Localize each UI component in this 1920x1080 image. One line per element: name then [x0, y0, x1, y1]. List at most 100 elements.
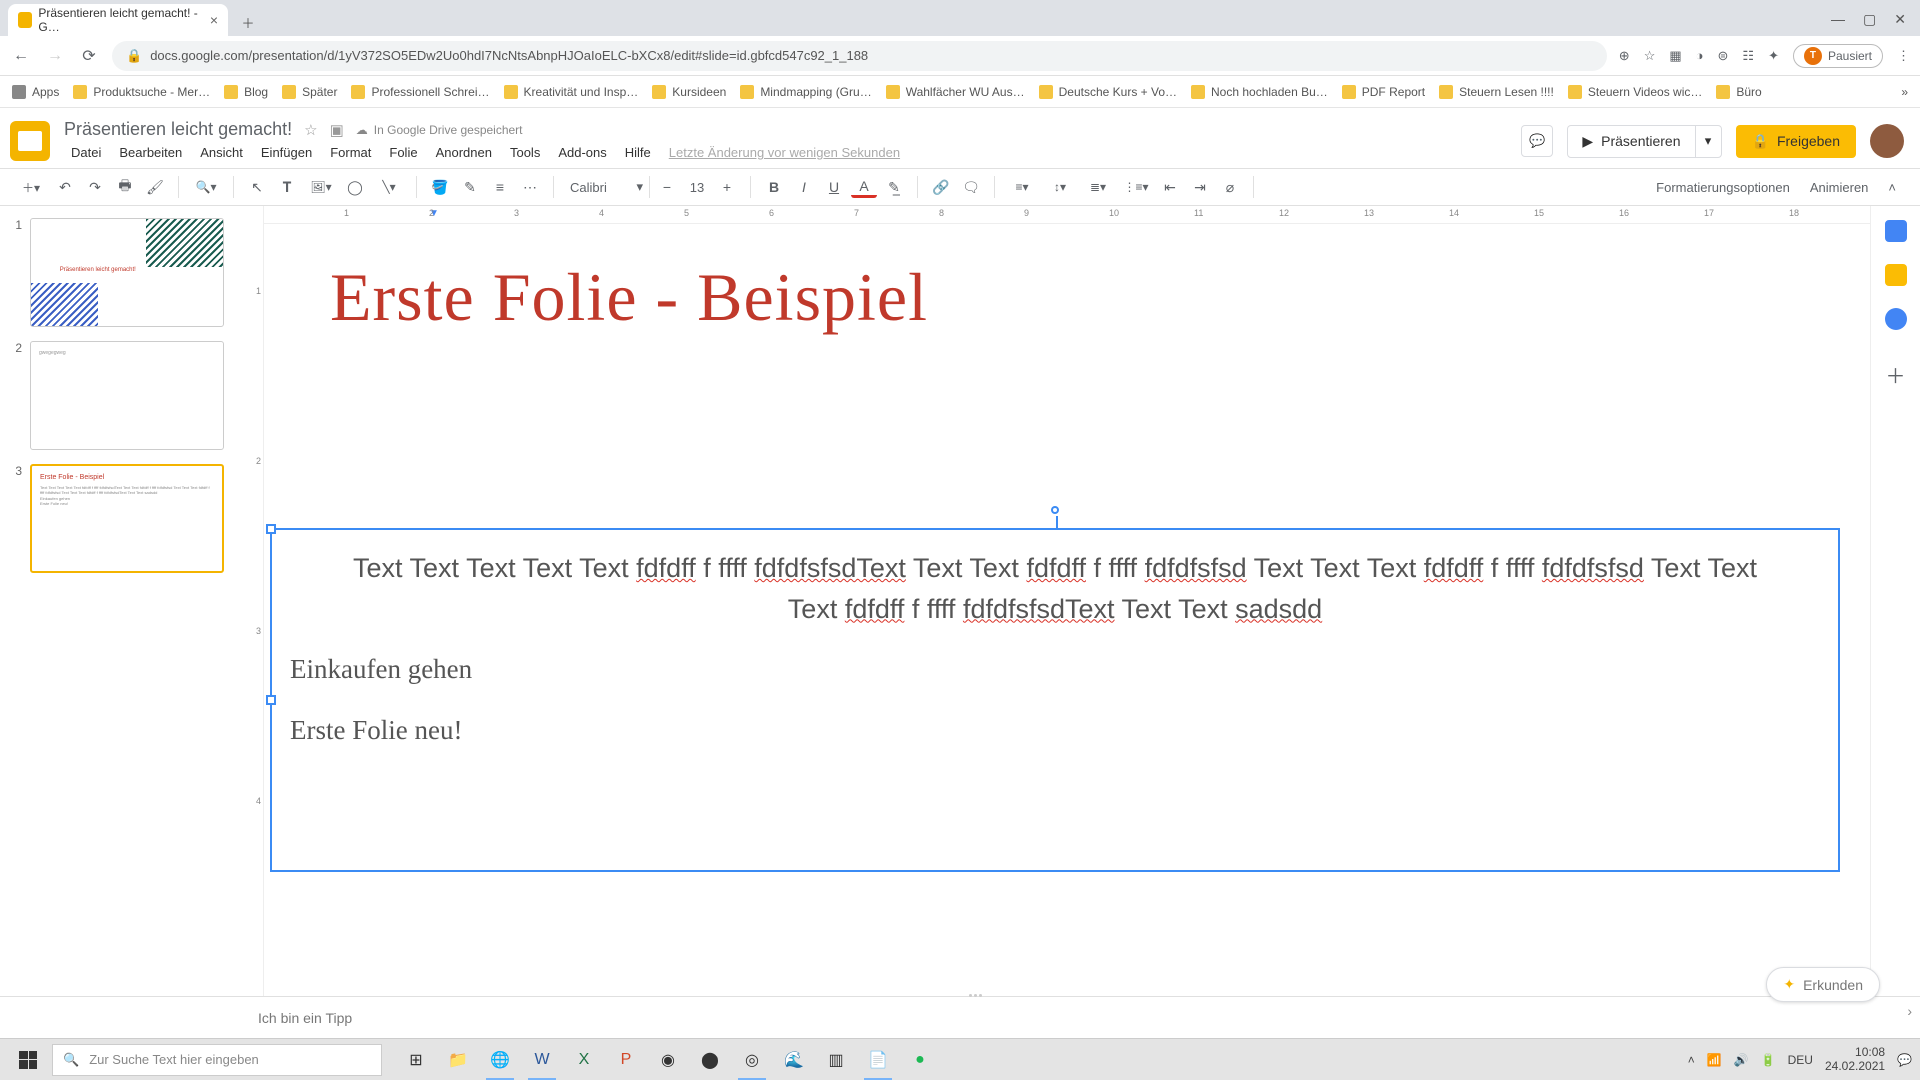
chrome-icon[interactable]: ◎	[732, 1040, 772, 1080]
bookmark-item[interactable]: Mindmapping (Gru…	[740, 85, 871, 99]
bulleted-list-button[interactable]: ⋮≡▾	[1119, 174, 1153, 200]
underline-button[interactable]: U	[821, 174, 847, 200]
maximize-icon[interactable]: ▢	[1863, 11, 1876, 28]
minimize-icon[interactable]: —	[1831, 11, 1845, 28]
menu-bearbeiten[interactable]: Bearbeiten	[112, 142, 189, 163]
add-comment-button[interactable]: 🗨	[958, 174, 984, 200]
body-paragraph-2[interactable]: Einkaufen gehen	[290, 649, 1820, 690]
zoom-icon[interactable]: ⊕	[1619, 48, 1630, 64]
calendar-addon-icon[interactable]	[1885, 220, 1907, 242]
resize-handle-ml[interactable]	[266, 695, 276, 705]
bookmark-star-icon[interactable]: ☆	[1644, 48, 1656, 64]
collapse-toolbar-icon[interactable]: ˄	[1888, 180, 1896, 195]
language-indicator[interactable]: DEU	[1788, 1053, 1813, 1067]
line-spacing-button[interactable]: ↕▾	[1043, 174, 1077, 200]
line-tool[interactable]: ╲▾	[372, 174, 406, 200]
bookmark-item[interactable]: Deutsche Kurs + Vo…	[1039, 85, 1177, 99]
font-size-decrease[interactable]: −	[654, 174, 680, 200]
bookmark-item[interactable]: Später	[282, 85, 337, 99]
volume-icon[interactable]: 🔊	[1734, 1053, 1749, 1067]
slide-thumb-1[interactable]: 1 Präsentieren leicht gemacht!	[8, 218, 224, 327]
animate-button[interactable]: Animieren	[1810, 180, 1869, 195]
powerpoint-icon[interactable]: P	[606, 1040, 646, 1080]
bookmark-item[interactable]: Kreativität und Insp…	[504, 85, 639, 99]
image-tool[interactable]: 🖼▾	[304, 174, 338, 200]
shape-tool[interactable]: ◯	[342, 174, 368, 200]
word-icon[interactable]: W	[522, 1040, 562, 1080]
extensions-icon[interactable]: ✦	[1768, 48, 1779, 64]
excel-icon[interactable]: X	[564, 1040, 604, 1080]
italic-button[interactable]: I	[791, 174, 817, 200]
font-family-select[interactable]: Calibri▾	[564, 176, 650, 198]
format-options-button[interactable]: Formatierungsoptionen	[1656, 180, 1790, 195]
last-change-link[interactable]: Letzte Änderung vor wenigen Sekunden	[662, 142, 907, 163]
font-size-increase[interactable]: +	[714, 174, 740, 200]
move-icon[interactable]: ▣	[330, 121, 344, 139]
zoom-button[interactable]: 🔍▾	[189, 174, 223, 200]
bookmark-item[interactable]: PDF Report	[1342, 85, 1425, 99]
slide-viewport[interactable]: Erste Folie - Beispiel Text Text Text Te…	[264, 206, 1870, 996]
close-window-icon[interactable]: ✕	[1894, 11, 1906, 28]
ext2-icon[interactable]: ⊜	[1718, 48, 1729, 64]
body-paragraph-3[interactable]: Erste Folie neu!	[290, 710, 1820, 751]
bookmark-item[interactable]: Steuern Lesen !!!!	[1439, 85, 1554, 99]
document-title[interactable]: Präsentieren leicht gemacht!	[64, 119, 292, 140]
keep-addon-icon[interactable]	[1885, 264, 1907, 286]
obs-icon[interactable]: ⬤	[690, 1040, 730, 1080]
sidepanel-toggle-icon[interactable]: ›	[1907, 1003, 1912, 1019]
present-dropdown[interactable]: ▾	[1695, 126, 1721, 157]
qr-icon[interactable]: ▦	[1669, 48, 1681, 64]
share-button[interactable]: 🔒Freigeben	[1736, 125, 1856, 158]
font-size-value[interactable]: 13	[682, 180, 712, 195]
link-button[interactable]: 🔗	[928, 174, 954, 200]
notes-text[interactable]: Ich bin ein Tipp	[258, 1010, 352, 1026]
slide-canvas[interactable]: Erste Folie - Beispiel Text Text Text Te…	[270, 228, 1830, 908]
menu-hilfe[interactable]: Hilfe	[618, 142, 658, 163]
explorer-icon[interactable]: 📁	[438, 1040, 478, 1080]
menu-datei[interactable]: Datei	[64, 142, 108, 163]
url-input[interactable]: 🔒 docs.google.com/presentation/d/1yV372S…	[112, 41, 1607, 71]
resize-handle-tl[interactable]	[266, 524, 276, 534]
menu-anordnen[interactable]: Anordnen	[429, 142, 499, 163]
edge-icon[interactable]: 🌐	[480, 1040, 520, 1080]
menu-folie[interactable]: Folie	[382, 142, 424, 163]
tray-chevron-icon[interactable]: ˄	[1688, 1053, 1695, 1067]
indent-decrease-button[interactable]: ⇤	[1157, 174, 1183, 200]
bookmark-apps[interactable]: Apps	[12, 85, 59, 99]
app2-icon[interactable]: ▥	[816, 1040, 856, 1080]
bookmark-item[interactable]: Steuern Videos wic…	[1568, 85, 1703, 99]
clock[interactable]: 10:0824.02.2021	[1825, 1046, 1885, 1072]
fill-color-button[interactable]: 🪣	[427, 174, 453, 200]
profile-paused-chip[interactable]: T Pausiert	[1793, 44, 1883, 68]
bookmark-item[interactable]: Blog	[224, 85, 268, 99]
bookmark-item[interactable]: Noch hochladen Bu…	[1191, 85, 1328, 99]
reader-icon[interactable]: ☷	[1742, 48, 1754, 64]
menu-tools[interactable]: Tools	[503, 142, 547, 163]
menu-format[interactable]: Format	[323, 142, 378, 163]
slide-thumb-2[interactable]: 2 gwegegweg	[8, 341, 224, 450]
add-addon-icon[interactable]: ＋	[1886, 360, 1906, 389]
slide-title-text[interactable]: Erste Folie - Beispiel	[270, 228, 1830, 367]
print-button[interactable]: 🖶	[112, 174, 138, 200]
notifications-icon[interactable]: 💬	[1897, 1053, 1912, 1067]
ext1-icon[interactable]: ◑	[1696, 48, 1704, 63]
body-paragraph-1[interactable]: Text Text Text Text Text fdfdff f ffff f…	[290, 548, 1820, 629]
bookmarks-overflow-icon[interactable]: »	[1901, 85, 1908, 99]
bookmark-item[interactable]: Produktsuche - Mer…	[73, 85, 210, 99]
tab-close-icon[interactable]: ×	[210, 12, 218, 28]
tasks-addon-icon[interactable]	[1885, 308, 1907, 330]
kebab-menu-icon[interactable]: ⋮	[1897, 48, 1910, 64]
explore-button[interactable]: ✦Erkunden	[1766, 967, 1880, 1002]
star-icon[interactable]: ☆	[304, 121, 317, 139]
edge2-icon[interactable]: 🌊	[774, 1040, 814, 1080]
bookmark-item[interactable]: Büro	[1716, 85, 1761, 99]
start-button[interactable]	[8, 1040, 48, 1080]
reload-icon[interactable]: ⟳	[78, 46, 100, 66]
bookmark-item[interactable]: Professionell Schrei…	[351, 85, 489, 99]
new-tab-button[interactable]: ＋	[234, 8, 262, 36]
menu-ansicht[interactable]: Ansicht	[193, 142, 250, 163]
notepad-icon[interactable]: 📄	[858, 1040, 898, 1080]
select-tool[interactable]: ↖	[244, 174, 270, 200]
notes-resize-handle[interactable]	[960, 994, 990, 1000]
browser-tab[interactable]: Präsentieren leicht gemacht! - G… ×	[8, 4, 228, 36]
